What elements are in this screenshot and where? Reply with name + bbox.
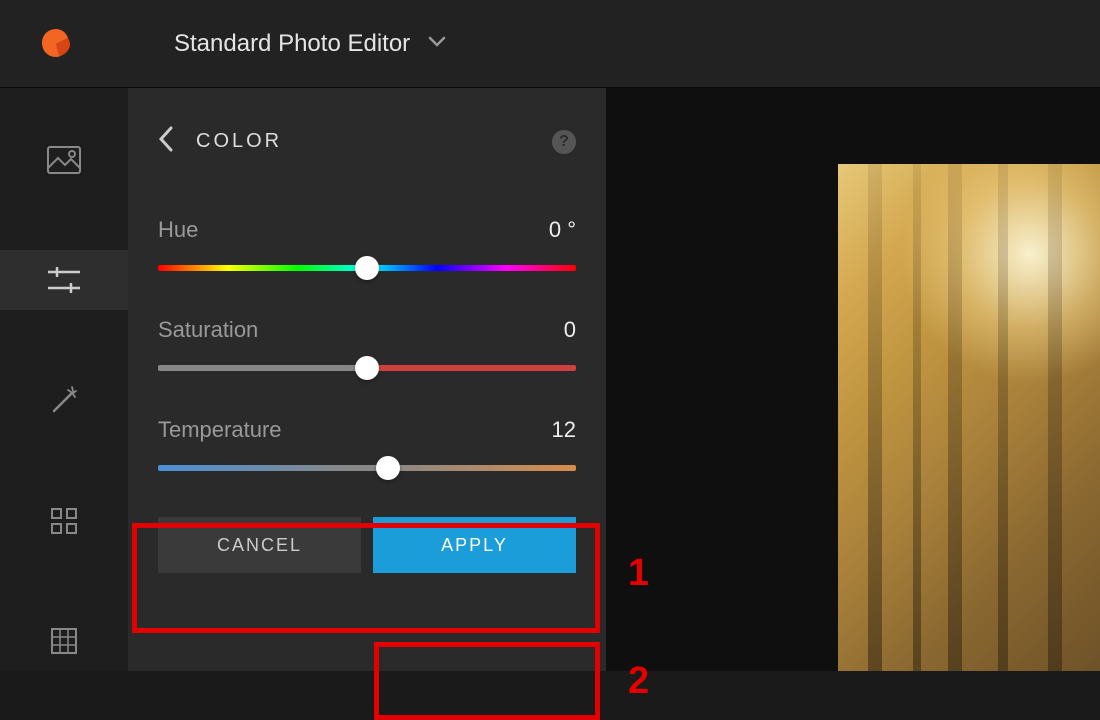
- image-preview[interactable]: [838, 164, 1100, 671]
- panel-title: COLOR: [196, 130, 282, 153]
- temperature-label: Temperature: [158, 417, 282, 443]
- saturation-label: Saturation: [158, 317, 258, 343]
- temperature-slider-block: Temperature 12: [158, 417, 576, 471]
- rail-grid-icon[interactable]: [0, 491, 128, 551]
- app-logo: [38, 26, 74, 62]
- temperature-slider[interactable]: [158, 465, 576, 471]
- rail-matrix-icon[interactable]: [0, 611, 128, 671]
- saturation-value[interactable]: 0: [564, 317, 576, 343]
- rail-sliders-icon[interactable]: [0, 250, 128, 310]
- saturation-slider-block: Saturation 0: [158, 317, 576, 371]
- panel-header: COLOR ?: [158, 126, 576, 157]
- hue-value[interactable]: 0 °: [549, 217, 576, 243]
- apply-button[interactable]: APPLY: [373, 517, 576, 573]
- cancel-button[interactable]: CANCEL: [158, 517, 361, 573]
- panel-buttons: CANCEL APPLY: [158, 517, 576, 573]
- app-title[interactable]: Standard Photo Editor: [174, 30, 410, 58]
- app-dropdown-icon[interactable]: [428, 35, 446, 53]
- saturation-slider[interactable]: [158, 365, 576, 371]
- tool-rail: [0, 88, 128, 671]
- annotation-number-2: 2: [628, 660, 649, 703]
- hue-slider[interactable]: [158, 265, 576, 271]
- hue-label: Hue: [158, 217, 198, 243]
- temperature-thumb[interactable]: [376, 456, 400, 480]
- annotation-number-1: 1: [628, 552, 649, 595]
- back-icon[interactable]: [158, 126, 174, 157]
- hue-thumb[interactable]: [355, 256, 379, 280]
- temperature-value[interactable]: 12: [552, 417, 576, 443]
- hue-slider-block: Hue 0 °: [158, 217, 576, 271]
- help-icon[interactable]: ?: [552, 130, 576, 154]
- saturation-thumb[interactable]: [355, 356, 379, 380]
- color-panel: COLOR ? Hue 0 ° Saturation 0 Temperature: [128, 88, 606, 671]
- rail-image-icon[interactable]: [0, 130, 128, 190]
- top-bar: Standard Photo Editor: [0, 0, 1100, 88]
- rail-wand-icon[interactable]: [0, 370, 128, 430]
- canvas-area[interactable]: [606, 88, 1100, 671]
- main-area: COLOR ? Hue 0 ° Saturation 0 Temperature: [0, 88, 1100, 671]
